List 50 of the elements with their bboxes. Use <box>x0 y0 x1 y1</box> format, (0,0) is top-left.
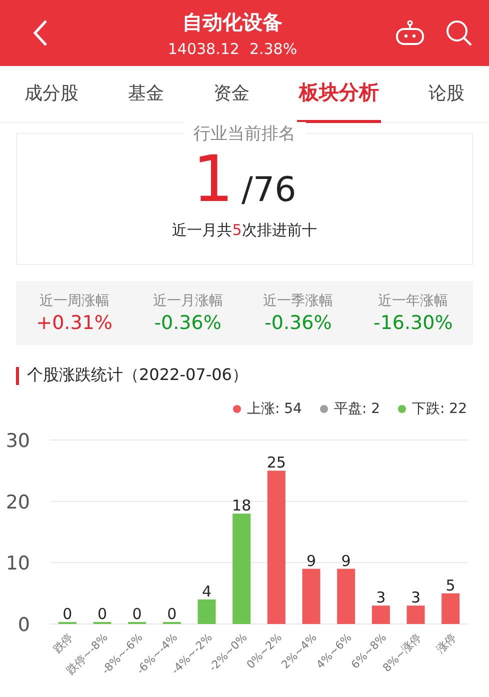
bar-value-label: 9 <box>341 552 351 570</box>
tab[interactable]: 论股 <box>426 66 466 122</box>
tab[interactable]: 资金 <box>211 66 252 122</box>
bar-value-label: 5 <box>446 576 456 594</box>
category-label: 涨停 <box>434 630 459 656</box>
bar-value-label: 3 <box>376 588 386 607</box>
tab[interactable]: 基金 <box>126 66 166 122</box>
rank-total: /76 <box>242 170 296 210</box>
back-icon[interactable] <box>32 19 48 47</box>
bar <box>337 568 356 624</box>
return-value: -0.36% <box>154 312 222 334</box>
legend-label: 上涨: 54 <box>246 400 302 418</box>
section-marker <box>16 366 19 384</box>
return-value: +0.31% <box>36 312 112 334</box>
return-label: 近一年涨幅 <box>378 292 448 310</box>
bar-value-label: 0 <box>62 605 72 623</box>
y-tick-label: 20 <box>6 491 30 514</box>
return-label: 近一季涨幅 <box>263 292 334 310</box>
bar <box>406 606 425 624</box>
y-tick-label: 10 <box>6 552 30 575</box>
y-tick-label: 0 <box>18 614 30 636</box>
rank-note: 近一月共5次排进前十 <box>172 221 317 240</box>
index-value: 14038.12 <box>168 40 240 58</box>
bar-value-label: 4 <box>202 582 212 600</box>
bar-value-label: 18 <box>232 496 252 515</box>
return-value: -0.36% <box>264 312 332 334</box>
search-icon[interactable] <box>445 19 473 47</box>
bar-value-label: 25 <box>266 454 286 472</box>
bar-value-label: 0 <box>167 605 177 623</box>
category-label: 跌停 <box>50 630 76 656</box>
bar <box>442 593 460 624</box>
robot-icon[interactable] <box>395 20 425 46</box>
bar-value-label: 9 <box>306 552 316 570</box>
bar-value-label: 0 <box>132 605 142 623</box>
sector-title: 自动化设备 <box>182 8 282 36</box>
tab[interactable]: 成分股 <box>22 66 81 122</box>
bar-value-label: 0 <box>97 605 108 623</box>
return-label: 近一月涨幅 <box>152 292 223 310</box>
legend-label: 下跌: 22 <box>412 400 467 418</box>
rank-position: 1 <box>192 145 234 215</box>
bar-value-label: 3 <box>410 588 421 607</box>
bar <box>302 568 320 624</box>
y-tick-label: 30 <box>6 430 30 452</box>
legend-label: 平盘: 2 <box>334 400 380 418</box>
bar <box>198 599 216 624</box>
return-value: -16.30% <box>373 312 453 334</box>
index-change: 2.38% <box>249 40 298 58</box>
section-title: 个股涨跌统计（2022-07-06） <box>27 365 248 386</box>
bar <box>372 606 390 624</box>
return-label: 近一周涨幅 <box>39 292 110 310</box>
